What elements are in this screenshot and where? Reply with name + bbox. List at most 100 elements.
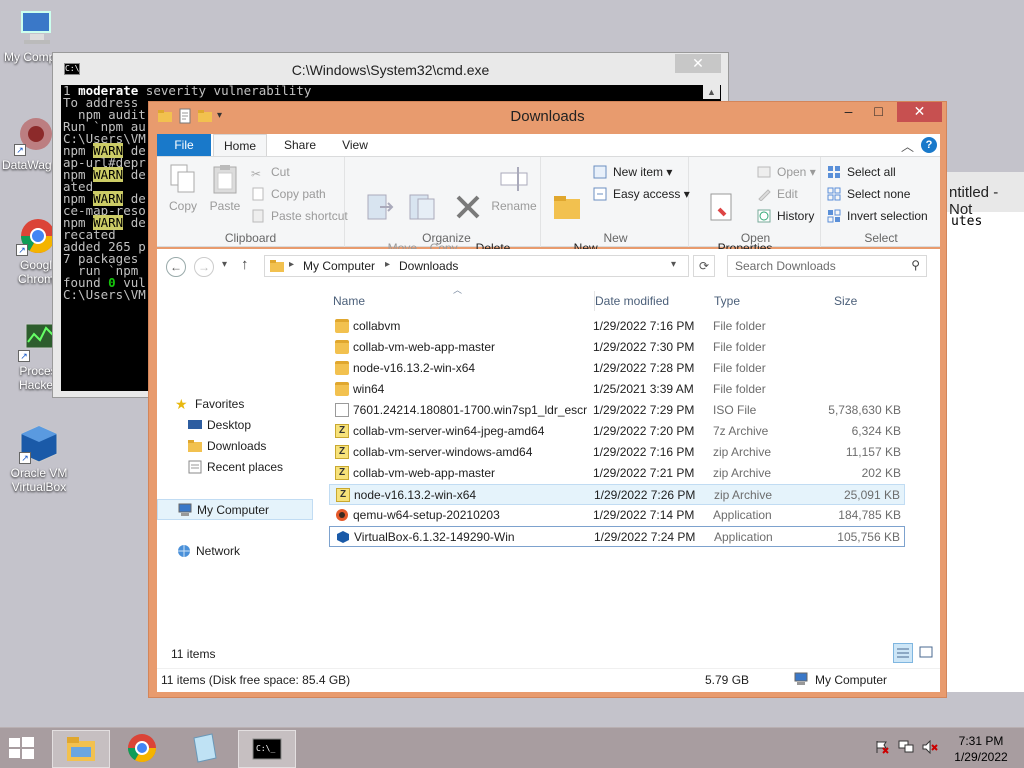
file-row[interactable]: collabvm 1/29/2022 7:16 PM File folder: [329, 316, 905, 337]
explorer-title: Downloads: [510, 108, 585, 125]
status-location: My Computer: [815, 673, 888, 687]
file-type: Application: [714, 530, 773, 544]
close-button[interactable]: ✕: [897, 102, 942, 122]
nav-favorites[interactable]: ★ Favorites: [175, 394, 244, 415]
tab-home[interactable]: Home: [213, 134, 267, 157]
details-view-button[interactable]: [893, 643, 913, 663]
file-row[interactable]: 7601.24214.180801-1700.win7sp1_ldr_escr.…: [329, 400, 905, 421]
maximize-button[interactable]: □: [865, 102, 892, 122]
column-header-size[interactable]: Size: [834, 291, 904, 311]
large-icons-view-button[interactable]: [917, 643, 937, 663]
select-all-button[interactable]: Select all: [827, 163, 896, 181]
properties-icon: [705, 191, 737, 223]
nav-recent-places[interactable]: Recent places: [187, 457, 283, 478]
network-icon: [176, 544, 192, 558]
search-icon[interactable]: ⚲: [911, 258, 920, 272]
nav-desktop[interactable]: Desktop: [187, 415, 251, 436]
file-date: 1/29/2022 7:28 PM: [593, 361, 695, 375]
copy-icon: [167, 163, 199, 195]
address-bar[interactable]: ▸ My Computer ▸ Downloads ▾: [264, 255, 689, 277]
refresh-button[interactable]: ⟳: [693, 255, 715, 277]
cut-button[interactable]: ✂ Cut: [251, 163, 290, 181]
tab-file[interactable]: File: [157, 134, 211, 157]
breadcrumb-downloads[interactable]: Downloads: [399, 259, 458, 273]
nav-network-label: Network: [196, 544, 241, 558]
volume-muted-icon[interactable]: [922, 739, 938, 757]
file-row[interactable]: qemu-w64-setup-20210203 1/29/2022 7:14 PM…: [329, 505, 905, 526]
taskbar-file-explorer[interactable]: [52, 730, 110, 768]
cmd-scroll-up-button[interactable]: ▲: [703, 85, 720, 99]
copy-path-button[interactable]: Copy path: [251, 185, 326, 203]
copy-button[interactable]: Copy: [163, 163, 203, 213]
status-selection-size: 5.79 GB: [705, 673, 750, 687]
address-dropdown-icon[interactable]: ▾: [671, 259, 676, 270]
nav-my-computer[interactable]: My Computer: [157, 499, 313, 520]
cmd-titlebar[interactable]: C:\ C:\Windows\System32\cmd.exe ✕: [53, 53, 728, 85]
paste-label: Paste: [209, 199, 241, 213]
copy-path-icon: [251, 187, 266, 201]
new-group: New folder New item ▾ Easy access ▾ New: [543, 157, 690, 269]
nav-downloads[interactable]: Downloads: [187, 436, 266, 457]
tab-view[interactable]: View: [333, 134, 377, 157]
new-item-button[interactable]: New item ▾: [593, 163, 672, 181]
cmd-title: C:\Windows\System32\cmd.exe: [291, 62, 490, 78]
column-header-date[interactable]: Date modified: [594, 291, 708, 311]
file-row[interactable]: collab-vm-web-app-master 1/29/2022 7:30 P…: [329, 337, 905, 358]
column-header-type[interactable]: Type: [714, 291, 828, 311]
history-button[interactable]: History: [757, 207, 814, 225]
virtualbox-icon: ↗: [19, 424, 59, 464]
file-row[interactable]: collab-vm-web-app-master 1/29/2022 7:21 P…: [329, 463, 905, 484]
nav-network[interactable]: Network: [176, 541, 240, 562]
clipboard-group-label: Clipboard: [224, 231, 277, 245]
network-tray-icon[interactable]: [898, 740, 914, 757]
status-computer-icon: [793, 672, 809, 689]
invert-selection-label: Invert selection: [847, 209, 928, 223]
file-row-hovered[interactable]: node-v16.13.2-win-x64 1/29/2022 7:26 PM zi…: [329, 484, 905, 505]
file-type: ISO File: [713, 403, 757, 417]
explorer-window[interactable]: ▾ Downloads – □ ✕ File Home Share View ︿…: [148, 101, 947, 698]
easy-access-button[interactable]: Easy access ▾: [593, 185, 690, 203]
action-center-flag-icon[interactable]: [874, 740, 890, 757]
desktop-icon-virtualbox[interactable]: ↗ Oracle VM VirtualBox: [4, 424, 74, 494]
recent-locations-chevron-icon[interactable]: ▾: [222, 259, 227, 270]
cmd-close-button[interactable]: ✕: [675, 54, 721, 73]
taskbar-cmd[interactable]: C:\_: [238, 730, 296, 768]
collapse-ribbon-icon[interactable]: ︿: [901, 136, 914, 155]
open-button[interactable]: Open ▾: [757, 163, 816, 181]
select-none-button[interactable]: Select none: [827, 185, 910, 203]
forward-button[interactable]: →: [194, 257, 214, 277]
breadcrumb-my-computer[interactable]: My Computer: [303, 259, 375, 273]
notepad-text[interactable]: utes: [939, 212, 1024, 229]
file-size: 5,738,630 KB: [828, 403, 901, 417]
file-name: collab-vm-server-win64-jpeg-amd64: [353, 424, 545, 438]
file-row[interactable]: collab-vm-server-windows-amd64 1/29/2022 …: [329, 442, 905, 463]
paste-shortcut-button[interactable]: Paste shortcut: [251, 207, 348, 225]
history-label: History: [777, 209, 815, 223]
invert-selection-button[interactable]: Invert selection: [827, 207, 928, 225]
file-row[interactable]: win64 1/25/2021 3:39 AM File folder: [329, 379, 905, 400]
search-box[interactable]: Search Downloads ⚲: [727, 255, 927, 277]
search-input[interactable]: Search Downloads: [735, 259, 836, 273]
file-row-focused[interactable]: VirtualBox-6.1.32-149290-Win 1/29/2022 7:…: [329, 526, 905, 547]
tab-share[interactable]: Share: [277, 134, 323, 157]
file-row[interactable]: node-v16.13.2-win-x64 1/29/2022 7:28 PM Fi…: [329, 358, 905, 379]
taskbar-notepad[interactable]: [176, 730, 234, 768]
system-clock[interactable]: 7:31 PM 1/29/2022: [946, 733, 1016, 765]
edit-button[interactable]: Edit: [757, 185, 798, 203]
column-header-name[interactable]: Name: [333, 291, 583, 311]
notepad-window[interactable]: ntitled - Not utes: [938, 172, 1024, 692]
taskbar-chrome[interactable]: [114, 730, 172, 768]
minimize-button[interactable]: –: [835, 102, 862, 122]
up-button[interactable]: ↑: [241, 256, 249, 273]
rename-button[interactable]: Rename: [491, 163, 537, 213]
file-type: File folder: [713, 361, 766, 375]
back-button[interactable]: ←: [166, 257, 186, 277]
file-type: zip Archive: [713, 445, 772, 459]
file-row[interactable]: collab-vm-server-win64-jpeg-amd64 1/29/20…: [329, 421, 905, 442]
start-button[interactable]: [6, 734, 40, 764]
select-group-label: Select: [864, 231, 898, 245]
desktop-icon-label: Oracle VM VirtualBox: [10, 466, 68, 494]
paste-button[interactable]: Paste: [205, 163, 245, 213]
help-icon[interactable]: ?: [921, 137, 937, 153]
select-all-label: Select all: [847, 165, 896, 179]
